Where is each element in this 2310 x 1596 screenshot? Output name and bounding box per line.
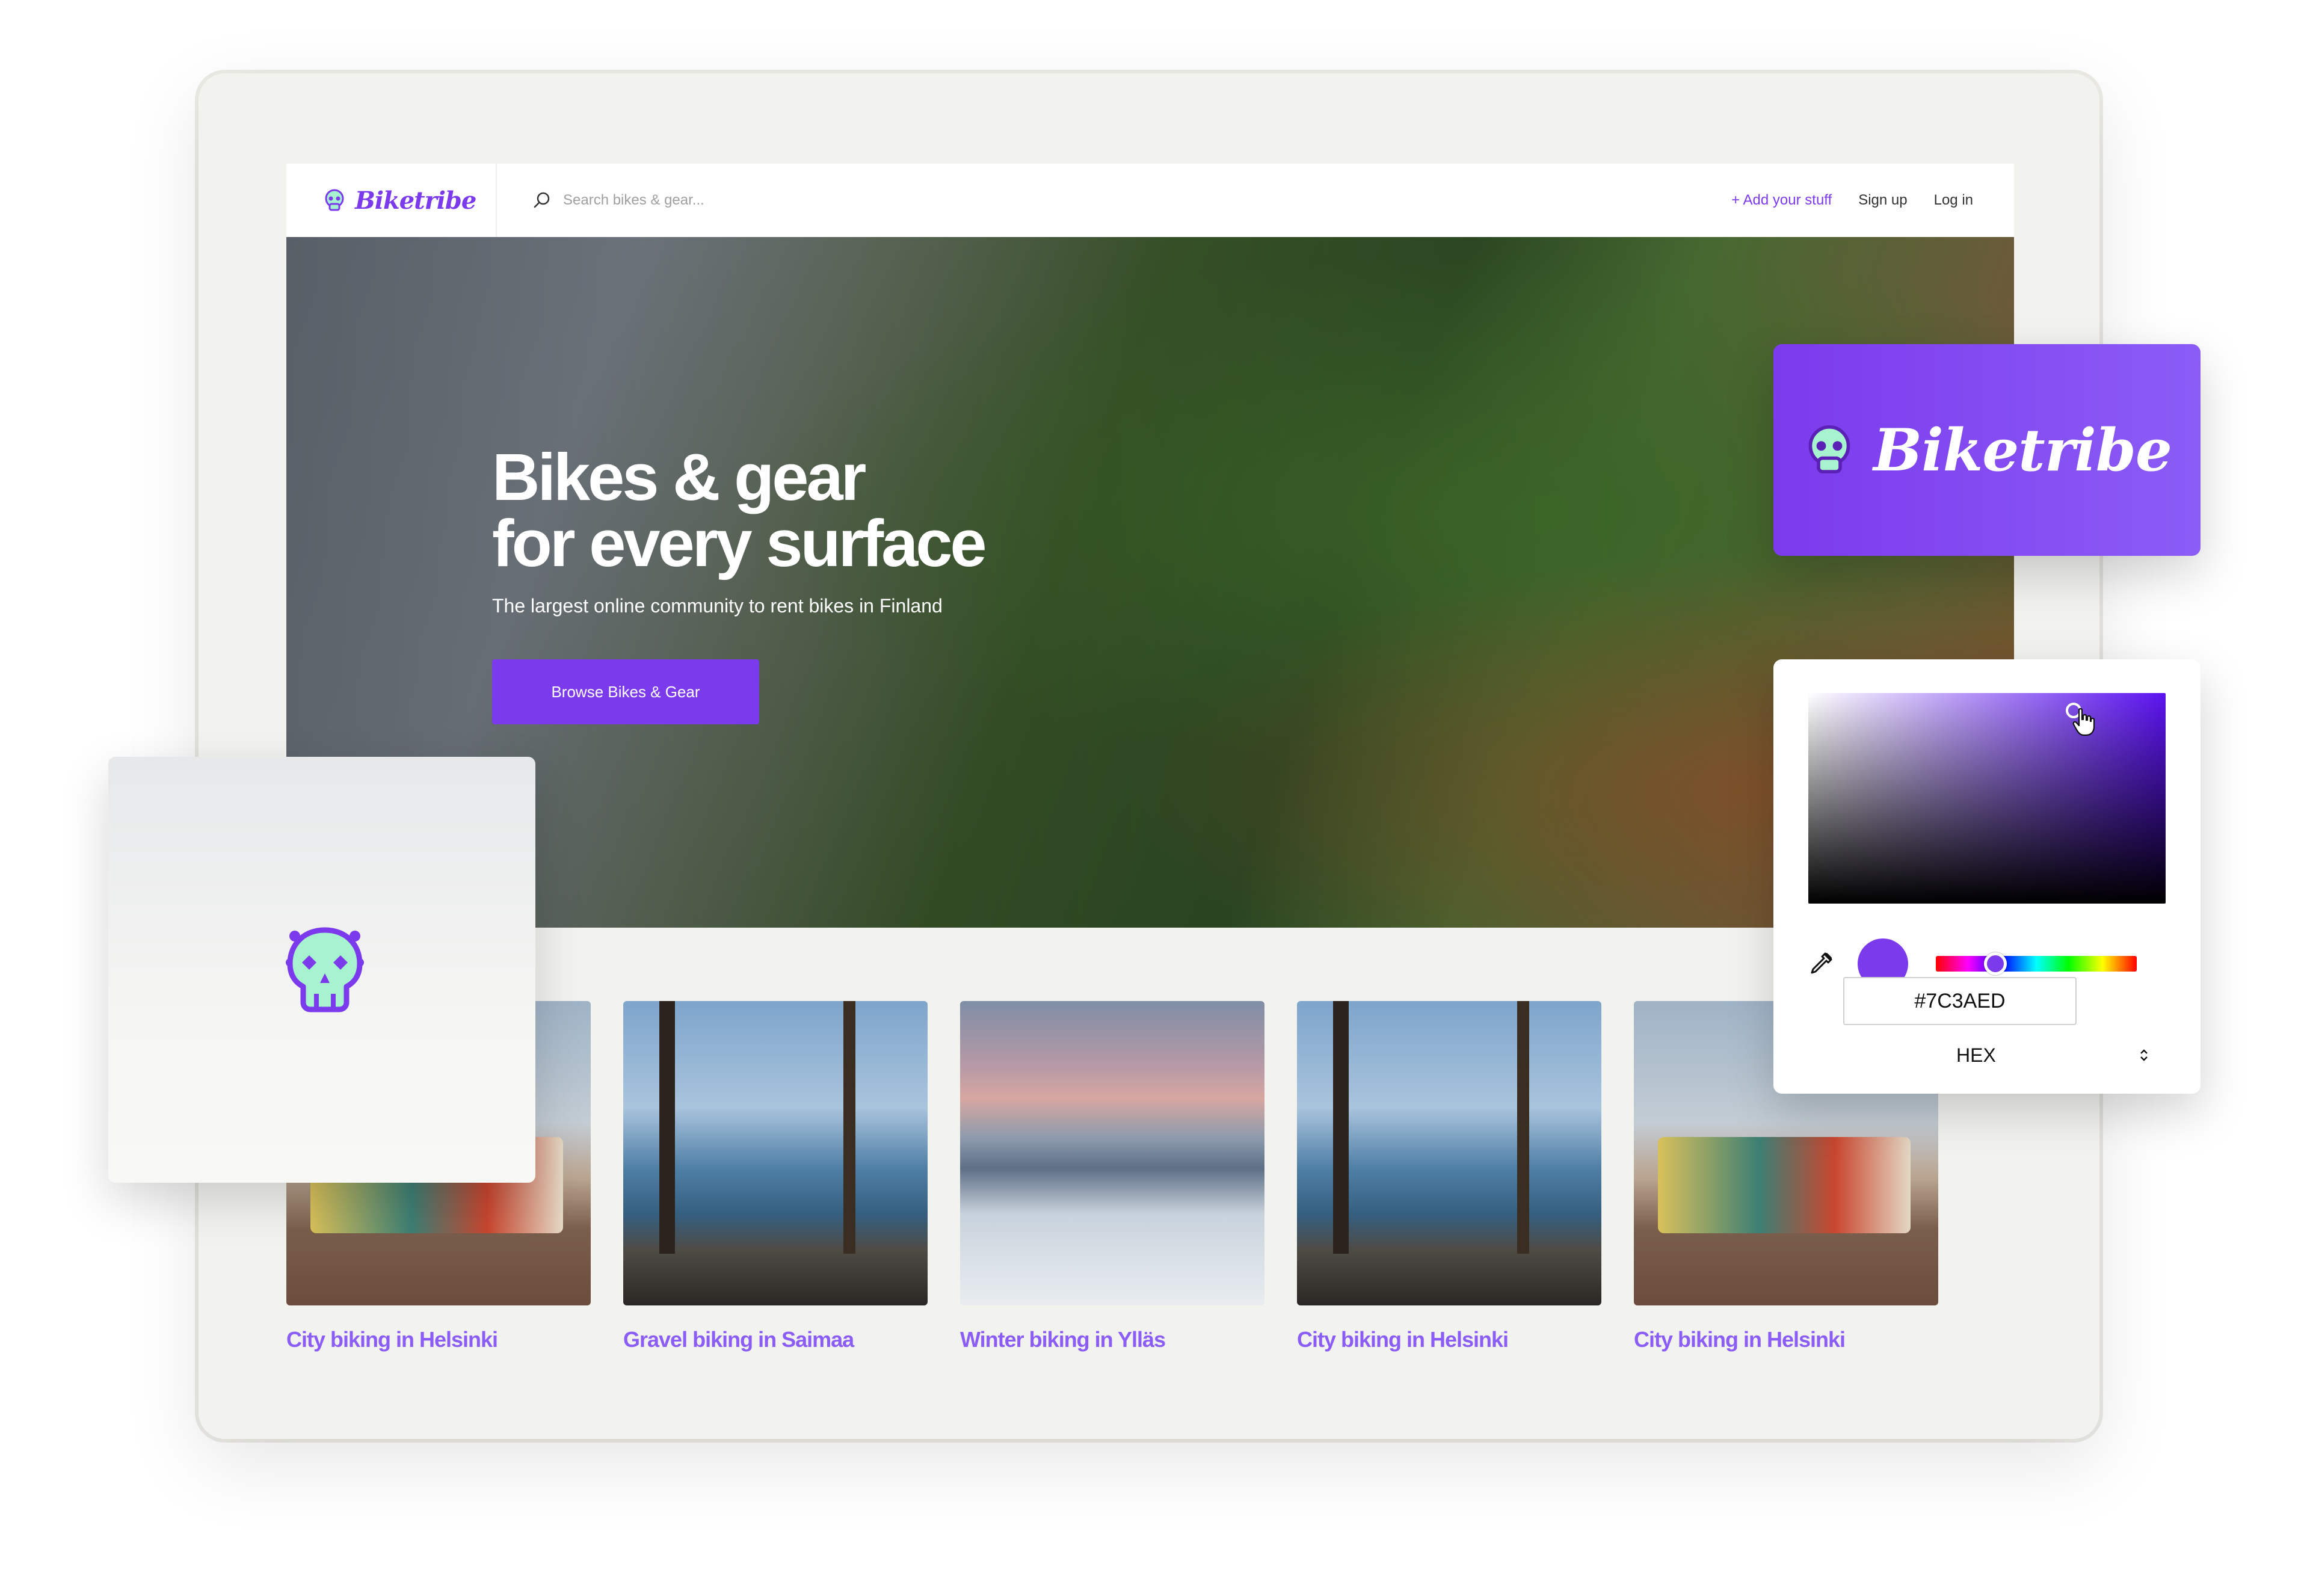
signup-link[interactable]: Sign up	[1858, 192, 1907, 209]
color-picker-panel: HEX	[1773, 659, 2201, 1094]
hero-title-line2: for every surface	[492, 507, 987, 581]
skull-logo-icon	[1808, 425, 1850, 473]
search-icon	[534, 192, 550, 208]
brand-logo-card: Biketribe	[1773, 344, 2201, 556]
skull-logo-icon	[325, 189, 344, 211]
destination-card[interactable]: Winter biking in Ylläs	[960, 1001, 1264, 1352]
nav-search	[497, 164, 1731, 237]
hero-title-line1: Bikes & gear	[492, 440, 866, 514]
card-title[interactable]: City biking in Helsinki	[1634, 1327, 1938, 1352]
hero-banner: Bikes & gear for every surface The large…	[286, 237, 2014, 928]
nav-links: + Add your stuff Sign up Log in	[1731, 192, 2014, 209]
skull-icon-wrap	[283, 923, 367, 1016]
logo-card-brand-name: Biketribe	[1873, 416, 2172, 484]
card-image[interactable]	[623, 1001, 928, 1305]
add-your-stuff-link[interactable]: + Add your stuff	[1731, 192, 1832, 209]
updown-chevron-icon	[2140, 1049, 2148, 1061]
skull-icon	[286, 927, 364, 1012]
card-title[interactable]: Winter biking in Ylläs	[960, 1327, 1264, 1352]
hero-subtitle: The largest online community to rent bik…	[492, 595, 943, 617]
browse-bikes-button[interactable]: Browse Bikes & Gear	[492, 659, 759, 724]
card-image[interactable]	[960, 1001, 1264, 1305]
card-title[interactable]: City biking in Helsinki	[1297, 1327, 1601, 1352]
hue-slider[interactable]	[1936, 952, 2137, 975]
hue-slider-thumb[interactable]	[1984, 952, 2007, 975]
navbar: Biketribe + Add your stuff Sign up Log i…	[286, 164, 2014, 237]
card-image[interactable]	[1297, 1001, 1601, 1305]
color-format-select[interactable]: HEX	[1843, 1037, 2150, 1073]
browser-page: Biketribe + Add your stuff Sign up Log i…	[286, 164, 2014, 1355]
card-title[interactable]: Gravel biking in Saimaa	[623, 1327, 928, 1352]
hero-title: Bikes & gear for every surface	[492, 445, 987, 577]
hex-value-input[interactable]	[1843, 977, 2077, 1025]
icon-preview-card	[108, 757, 535, 1183]
nav-logo[interactable]: Biketribe	[286, 164, 497, 237]
search-input[interactable]	[562, 191, 925, 209]
destination-card[interactable]: Gravel biking in Saimaa	[623, 1001, 928, 1352]
card-title[interactable]: City biking in Helsinki	[286, 1327, 591, 1352]
nav-brand-name: Biketribe	[355, 186, 476, 215]
login-link[interactable]: Log in	[1934, 192, 1973, 209]
hand-cursor-icon	[2072, 708, 2095, 736]
destination-card[interactable]: City biking in Helsinki	[1297, 1001, 1601, 1352]
eyedropper-icon[interactable]	[1808, 951, 1834, 976]
saturation-value-area[interactable]	[1808, 693, 2166, 904]
hero-content: Bikes & gear for every surface The large…	[492, 445, 987, 724]
color-format-label: HEX	[1956, 1044, 1996, 1066]
